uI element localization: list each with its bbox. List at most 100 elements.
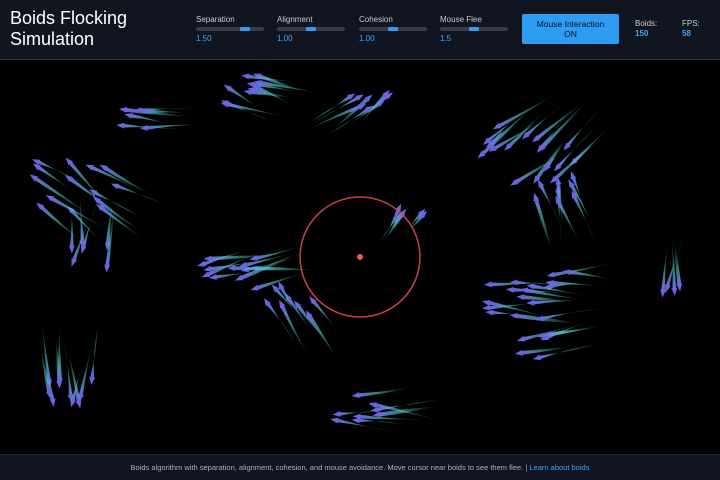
mouse-flee-track[interactable]: [440, 27, 508, 31]
boid-trail: [303, 104, 362, 133]
boid: [305, 310, 338, 360]
simulation-canvas[interactable]: [0, 60, 720, 454]
separation-thumb[interactable]: [240, 27, 250, 31]
cohesion-value: 1.00: [359, 34, 375, 43]
fps-label: FPS:: [682, 19, 700, 28]
boid-head: [505, 286, 515, 293]
boid-head: [241, 73, 250, 80]
alignment-label: Alignment: [277, 15, 313, 24]
mouse-flee-thumb[interactable]: [469, 27, 479, 31]
boid: [379, 213, 400, 243]
fps-stat: FPS: 58: [682, 19, 700, 38]
cohesion-track[interactable]: [359, 27, 427, 31]
boid-trail: [96, 198, 144, 233]
boid: [118, 106, 190, 117]
alignment-thumb[interactable]: [306, 27, 316, 31]
boid: [492, 92, 558, 130]
boid-head: [481, 300, 491, 307]
boid: [549, 135, 604, 184]
boid-head: [509, 312, 518, 319]
boid-trail: [226, 102, 286, 118]
boid: [546, 261, 617, 278]
boid: [249, 244, 306, 261]
separation-slider[interactable]: Separation 1.50: [196, 15, 264, 47]
boid: [351, 387, 413, 398]
boids-layer: [29, 73, 686, 433]
fps-value: 58: [682, 29, 691, 38]
boids-count-stat: Boids: 150: [635, 19, 657, 38]
boid-trail: [492, 117, 549, 151]
cohesion-thumb[interactable]: [388, 27, 398, 31]
boids-count-label: Boids:: [635, 19, 658, 28]
boid-trail: [90, 323, 99, 380]
boid-head: [546, 271, 556, 278]
boid-head: [484, 281, 493, 288]
mouse-cursor-dot: [357, 254, 363, 260]
mouse-interaction-toggle-button[interactable]: Mouse Interaction ON: [522, 14, 619, 44]
boid-trail: [103, 165, 153, 196]
boid-trail: [507, 111, 543, 148]
boid-trail: [280, 304, 309, 357]
alignment-slider[interactable]: Alignment 1.00: [277, 15, 345, 47]
boid: [89, 323, 99, 385]
boid-trail: [379, 216, 398, 243]
boid-trail: [39, 204, 85, 244]
boid-trail: [358, 414, 427, 420]
boid-head: [482, 304, 491, 311]
mouse-flee-value: 1.5: [440, 34, 452, 43]
boid-head: [70, 399, 76, 408]
boid-head: [676, 283, 683, 292]
boid-trail: [556, 124, 599, 169]
boid-trail: [307, 314, 338, 360]
boid-head: [330, 417, 339, 424]
boid-trail: [33, 176, 92, 217]
boid-head: [370, 406, 379, 413]
boid-head: [514, 349, 524, 356]
boid: [110, 183, 168, 206]
boid: [514, 346, 571, 356]
boid-head: [118, 106, 128, 113]
alignment-value: 1.00: [277, 34, 293, 43]
boid-trail: [69, 208, 110, 251]
boid-head: [516, 294, 525, 301]
boid-head: [526, 299, 535, 306]
separation-value: 1.50: [196, 34, 212, 43]
boid-head: [332, 410, 341, 417]
boid-trail: [541, 98, 590, 149]
boid: [562, 269, 615, 280]
cohesion-slider[interactable]: Cohesion 1.00: [359, 15, 427, 47]
boid-trail: [520, 346, 571, 355]
boid-trail: [533, 198, 553, 253]
top-toolbar: Boids Flocking Simulation Separation 1.5…: [0, 0, 720, 60]
boid: [65, 157, 108, 207]
boid: [531, 101, 586, 143]
boid-trail: [535, 136, 568, 180]
cohesion-label: Cohesion: [359, 15, 393, 24]
boid-trail: [497, 92, 558, 129]
mouse-flee-label: Mouse Flee: [440, 15, 482, 24]
boid-head: [660, 289, 667, 298]
separation-track[interactable]: [196, 27, 264, 31]
boids-count-value: 150: [635, 29, 649, 38]
boid-head: [75, 400, 82, 409]
boid-trail: [115, 183, 168, 206]
boid: [568, 179, 597, 231]
boid: [571, 190, 598, 249]
boid-trail: [90, 165, 143, 193]
learn-about-boids-link[interactable]: Learn about boids: [529, 463, 589, 472]
footer: Boids algorithm with separation, alignme…: [0, 454, 720, 480]
boid-trail: [572, 194, 598, 249]
mouse-flee-slider[interactable]: Mouse Flee 1.5: [440, 15, 508, 47]
boid: [486, 108, 521, 152]
alignment-track[interactable]: [277, 27, 345, 31]
boid-trail: [69, 190, 74, 248]
separation-label: Separation: [196, 15, 235, 24]
boid: [89, 189, 142, 218]
boid-head: [351, 392, 360, 398]
boid-head: [68, 245, 75, 254]
boid-head: [116, 122, 125, 129]
boid: [570, 171, 588, 223]
mouse-interaction-state: ON: [564, 29, 577, 39]
boid-trail: [311, 299, 345, 343]
boid-head: [532, 354, 542, 361]
